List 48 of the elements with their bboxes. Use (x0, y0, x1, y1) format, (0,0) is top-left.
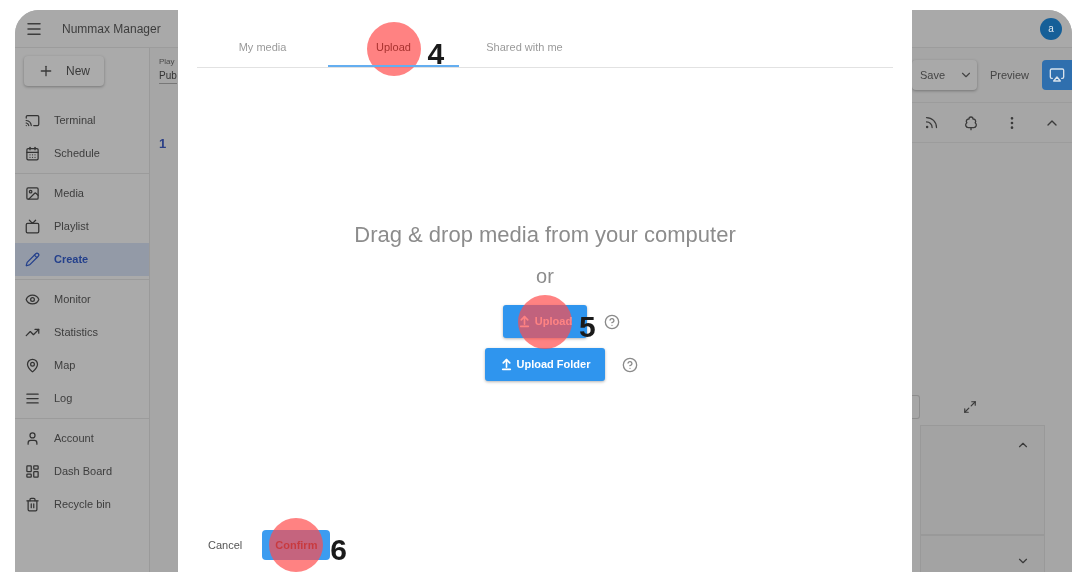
plus-icon (38, 63, 54, 79)
sidebar-item[interactable]: Schedule (15, 137, 149, 170)
sidebar-item[interactable]: Map (15, 349, 149, 382)
callout-number: 4 (427, 38, 445, 69)
sidebar-item[interactable]: Terminal (15, 104, 149, 137)
cancel-button[interactable]: Cancel (208, 536, 243, 554)
upload-folder-button[interactable]: Upload Folder (484, 348, 606, 381)
help-icon[interactable] (622, 356, 639, 373)
drop-instruction: Drag & drop media from your computer (354, 221, 736, 249)
rss-icon[interactable] (924, 115, 940, 130)
pencil-icon (25, 252, 40, 267)
or-text: or (536, 264, 554, 289)
upload-icon (499, 358, 513, 371)
sidebar-item[interactable]: Log (15, 382, 149, 415)
map-pin-icon (25, 358, 40, 373)
cast-screen-button[interactable] (1042, 60, 1072, 90)
sidebar-item[interactable]: Playlist (15, 210, 149, 243)
step-number: 1 (159, 135, 167, 153)
preview-button[interactable]: Preview (989, 66, 1030, 84)
user-icon (25, 431, 40, 446)
dashboard-icon (25, 464, 40, 479)
calendar-icon (25, 146, 40, 161)
field-value: Pub (159, 68, 177, 84)
fullscreen-icon[interactable] (963, 400, 977, 414)
sidebar-item[interactable]: Dash Board (15, 455, 149, 488)
sidebar-item[interactable]: Monitor (15, 283, 149, 316)
tv-icon (25, 219, 40, 234)
image-icon (25, 186, 40, 201)
sidebar-item[interactable]: Media (15, 177, 149, 210)
sidebar-item[interactable]: Statistics (15, 316, 149, 349)
trash-icon (25, 497, 40, 512)
lines-icon (25, 391, 40, 406)
screen-icon (1049, 67, 1065, 83)
help-icon[interactable] (604, 313, 621, 330)
tree-icon[interactable] (963, 114, 980, 131)
sidebar-item[interactable]: Account (15, 422, 149, 455)
field-label: Play (159, 56, 175, 68)
eye-icon (25, 292, 40, 307)
sidebar-item[interactable]: Recycle bin (15, 488, 149, 521)
cast-icon (25, 113, 40, 128)
dialog-tab[interactable]: Shared with me (459, 30, 590, 67)
new-button[interactable]: New (24, 56, 104, 86)
save-button[interactable]: Save (912, 60, 977, 90)
callout-number: 6 (330, 535, 347, 565)
avatar[interactable]: a (1040, 17, 1062, 40)
app-title: Nummax Manager (62, 20, 161, 38)
dialog-tab[interactable]: My media (197, 30, 328, 67)
sidebar-item[interactable]: Create (15, 243, 149, 276)
